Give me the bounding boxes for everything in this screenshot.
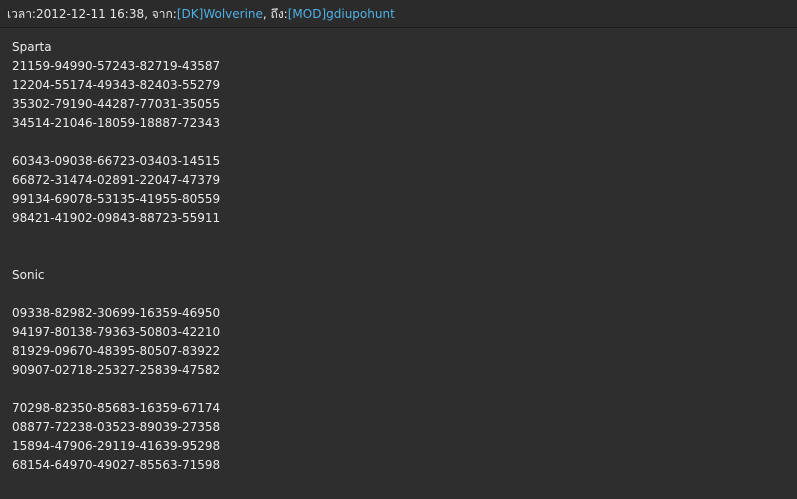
code-line: 15894-47906-29119-41639-95298: [12, 439, 221, 453]
message-header: เวลา:2012-12-11 16:38, จาก:[DK]Wolverine…: [0, 0, 797, 28]
message-body: Sparta 21159-94990-57243-82719-43587 122…: [12, 38, 782, 475]
to-label: ถึง:: [270, 7, 288, 21]
sender-link[interactable]: [DK]Wolverine: [177, 7, 263, 21]
code-line: 81929-09670-48395-80507-83922: [12, 344, 221, 358]
from-label: จาก:: [151, 7, 177, 21]
code-line: 09338-82982-30699-16359-46950: [12, 306, 221, 320]
code-line: 21159-94990-57243-82719-43587: [12, 59, 221, 73]
code-line: 99134-69078-53135-41955-80559: [12, 192, 221, 206]
code-line: 35302-79190-44287-77031-35055: [12, 97, 221, 111]
separator: ,: [262, 7, 271, 21]
code-line: 60343-09038-66723-03403-14515: [12, 154, 221, 168]
code-line: 90907-02718-25327-25839-47582: [12, 363, 221, 377]
code-line: 08877-72238-03523-89039-27358: [12, 420, 221, 434]
recipient-link[interactable]: [MOD]gdiupohunt: [288, 7, 395, 21]
time-label: เวลา:: [7, 7, 36, 21]
code-line: 66872-31474-02891-22047-47379: [12, 173, 221, 187]
code-line: 98421-41902-09843-88723-55911: [12, 211, 221, 225]
section-title-sparta: Sparta: [12, 40, 52, 54]
code-line: 68154-64970-49027-85563-71598: [12, 458, 221, 472]
code-line: 70298-82350-85683-16359-67174: [12, 401, 221, 415]
code-line: 94197-80138-79363-50803-42210: [12, 325, 221, 339]
separator: ,: [144, 7, 152, 21]
message-timestamp: 2012-12-11 16:38: [35, 7, 145, 21]
section-title-sonic: Sonic: [12, 268, 45, 282]
code-line: 12204-55174-49343-82403-55279: [12, 78, 221, 92]
code-line: 34514-21046-18059-18887-72343: [12, 116, 221, 130]
